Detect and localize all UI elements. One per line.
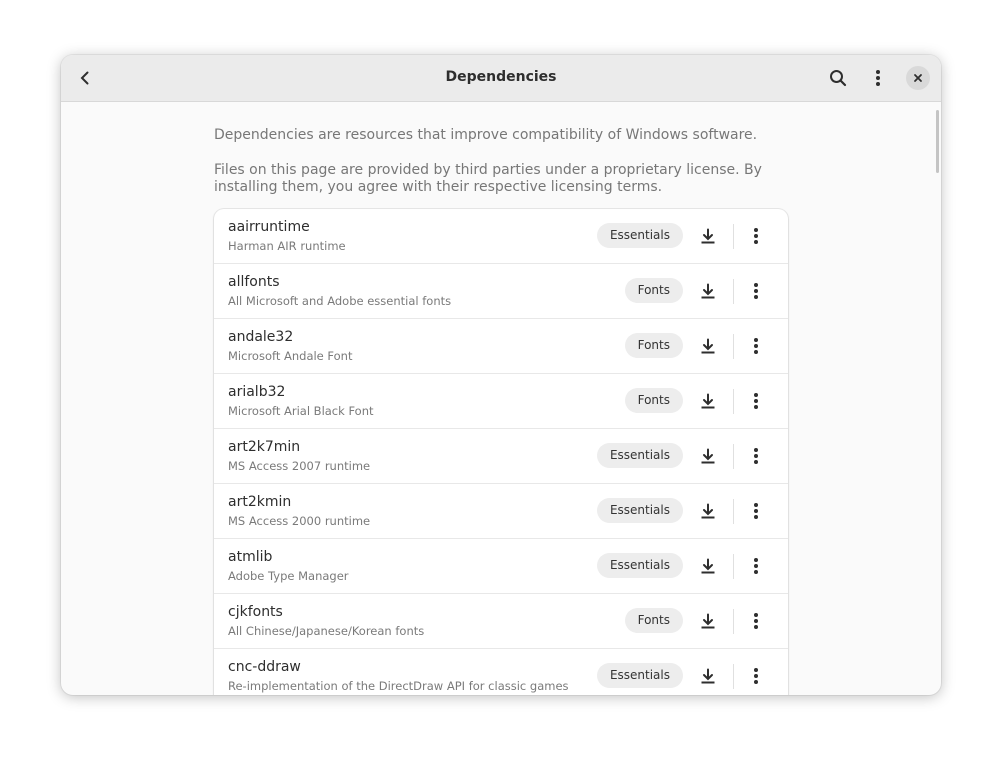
close-icon [914, 74, 922, 82]
dependency-name: art2kmin [228, 494, 292, 510]
category-badge: Fonts [624, 333, 683, 358]
download-icon [701, 393, 715, 409]
category-badge: Fonts [624, 278, 683, 303]
install-button[interactable] [696, 609, 720, 633]
divider [733, 224, 734, 249]
dependency-name: aairruntime [228, 219, 310, 235]
install-button[interactable] [696, 224, 720, 248]
more-options-button[interactable] [744, 389, 768, 413]
more-options-button[interactable] [744, 499, 768, 523]
dependency-name: art2k7min [228, 439, 301, 455]
dependency-description: All Microsoft and Adobe essential fonts [228, 294, 452, 308]
vertical-dots-icon [754, 668, 758, 684]
list-item[interactable]: arialb32 Microsoft Arial Black Font Font… [214, 374, 788, 429]
main-menu-button[interactable] [863, 63, 893, 93]
divider [733, 664, 734, 689]
more-options-button[interactable] [744, 609, 768, 633]
intro-text: Dependencies are resources that improve … [214, 127, 758, 143]
category-badge: Essentials [596, 553, 683, 578]
category-badge: Essentials [596, 663, 683, 688]
install-button[interactable] [696, 499, 720, 523]
download-icon [701, 503, 715, 519]
dependency-name: cnc-ddraw [228, 659, 301, 675]
dependency-description: Harman AIR runtime [228, 239, 346, 253]
dependency-description: Re-implementation of the DirectDraw API … [228, 679, 569, 693]
vertical-dots-icon [754, 613, 758, 629]
header-bar: Dependencies [61, 55, 941, 102]
divider [733, 554, 734, 579]
category-badge: Essentials [596, 498, 683, 523]
category-badge: Essentials [596, 443, 683, 468]
more-options-button[interactable] [744, 664, 768, 688]
dependency-name: atmlib [228, 549, 273, 565]
vertical-dots-icon [754, 558, 758, 574]
download-icon [701, 283, 715, 299]
list-item[interactable]: andale32 Microsoft Andale Font Fonts [214, 319, 788, 374]
vertical-dots-icon [876, 70, 880, 86]
close-button[interactable] [906, 66, 930, 90]
install-button[interactable] [696, 279, 720, 303]
vertical-dots-icon [754, 228, 758, 244]
vertical-dots-icon [754, 338, 758, 354]
dependency-name: arialb32 [228, 384, 286, 400]
page-title: Dependencies [445, 69, 557, 85]
dependency-description: All Chinese/Japanese/Korean fonts [228, 624, 425, 638]
dependency-description: MS Access 2000 runtime [228, 514, 371, 528]
install-button[interactable] [696, 444, 720, 468]
divider [733, 389, 734, 414]
divider [733, 334, 734, 359]
dependency-description: Adobe Type Manager [228, 569, 349, 583]
more-options-button[interactable] [744, 334, 768, 358]
dependency-list: aairruntime Harman AIR runtime Essential… [214, 209, 788, 695]
divider [733, 279, 734, 304]
download-icon [701, 338, 715, 354]
download-icon [701, 668, 715, 684]
vertical-dots-icon [754, 393, 758, 409]
more-options-button[interactable] [744, 554, 768, 578]
divider [733, 499, 734, 524]
install-button[interactable] [696, 554, 720, 578]
divider [733, 444, 734, 469]
vertical-dots-icon [754, 283, 758, 299]
search-button[interactable] [823, 63, 853, 93]
scrollbar[interactable] [936, 110, 939, 173]
install-button[interactable] [696, 389, 720, 413]
list-item[interactable]: cnc-ddraw Re-implementation of the Direc… [214, 649, 788, 695]
list-item[interactable]: aairruntime Harman AIR runtime Essential… [214, 209, 788, 264]
list-item[interactable]: art2k7min MS Access 2007 runtime Essenti… [214, 429, 788, 484]
download-icon [701, 448, 715, 464]
vertical-dots-icon [754, 503, 758, 519]
category-badge: Essentials [596, 223, 683, 248]
content-area: Dependencies are resources that improve … [61, 102, 941, 695]
search-icon [830, 70, 847, 87]
list-item[interactable]: atmlib Adobe Type Manager Essentials [214, 539, 788, 594]
more-options-button[interactable] [744, 224, 768, 248]
list-item[interactable]: art2kmin MS Access 2000 runtime Essentia… [214, 484, 788, 539]
dependency-name: andale32 [228, 329, 294, 345]
list-item[interactable]: allfonts All Microsoft and Adobe essenti… [214, 264, 788, 319]
license-text: Files on this page are provided by third… [214, 162, 762, 195]
list-item[interactable]: cjkfonts All Chinese/Japanese/Korean fon… [214, 594, 788, 649]
download-icon [701, 558, 715, 574]
category-badge: Fonts [624, 388, 683, 413]
window: Dependencies Dependencies are resources … [61, 55, 941, 695]
install-button[interactable] [696, 334, 720, 358]
download-icon [701, 228, 715, 244]
divider [733, 609, 734, 634]
dependency-name: cjkfonts [228, 604, 283, 620]
more-options-button[interactable] [744, 444, 768, 468]
vertical-dots-icon [754, 448, 758, 464]
download-icon [701, 613, 715, 629]
install-button[interactable] [696, 664, 720, 688]
dependency-name: allfonts [228, 274, 280, 290]
dependency-description: Microsoft Andale Font [228, 349, 353, 363]
more-options-button[interactable] [744, 279, 768, 303]
category-badge: Fonts [624, 608, 683, 633]
dependency-description: MS Access 2007 runtime [228, 459, 371, 473]
dependency-description: Microsoft Arial Black Font [228, 404, 374, 418]
